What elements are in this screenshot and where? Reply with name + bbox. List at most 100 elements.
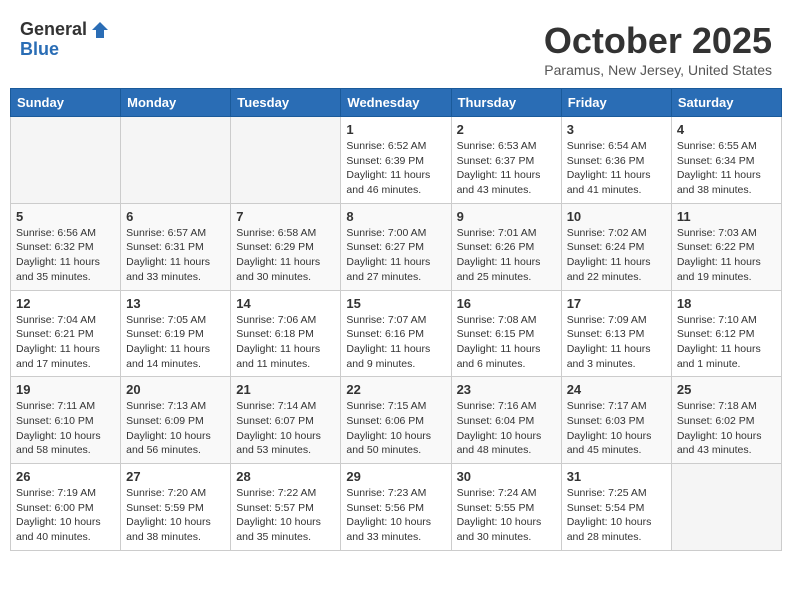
calendar-cell: 24Sunrise: 7:17 AMSunset: 6:03 PMDayligh… bbox=[561, 377, 671, 464]
calendar-cell: 11 Sunrise: 7:03 AMSunset: 6:22 PMDayligh… bbox=[671, 203, 781, 290]
calendar-cell: 31 Sunrise: 7:25 AMSunset: 5:54 PMDayligh… bbox=[561, 464, 671, 551]
day-number: 1 bbox=[346, 122, 445, 137]
day-info: Sunrise: 7:24 AMSunset: 5:55 PMDaylight:… bbox=[457, 486, 556, 545]
day-number: 4 bbox=[677, 122, 776, 137]
calendar-cell: 4 Sunrise: 6:55 AMSunset: 6:34 PMDaylight… bbox=[671, 117, 781, 204]
day-info: Sunrise: 7:17 AMSunset: 6:03 PMDaylight:… bbox=[567, 399, 666, 458]
day-number: 26 bbox=[16, 469, 115, 484]
weekday-header-monday: Monday bbox=[121, 89, 231, 117]
day-number: 18 bbox=[677, 296, 776, 311]
day-number: 8 bbox=[346, 209, 445, 224]
calendar-cell: 21 Sunrise: 7:14 AMSunset: 6:07 PMDayligh… bbox=[231, 377, 341, 464]
calendar-cell: 22 Sunrise: 7:15 AMSunset: 6:06 PMDayligh… bbox=[341, 377, 451, 464]
weekday-header-wednesday: Wednesday bbox=[341, 89, 451, 117]
calendar-cell: 1 Sunrise: 6:52 AMSunset: 6:39 PMDaylight… bbox=[341, 117, 451, 204]
day-info: Sunrise: 7:07 AMSunset: 6:16 PMDaylight:… bbox=[346, 313, 445, 372]
calendar-cell: 5 Sunrise: 6:56 AMSunset: 6:32 PMDaylight… bbox=[11, 203, 121, 290]
calendar-cell: 13Sunrise: 7:05 AMSunset: 6:19 PMDayligh… bbox=[121, 290, 231, 377]
day-info: Sunrise: 7:14 AMSunset: 6:07 PMDaylight:… bbox=[236, 399, 335, 458]
calendar-cell: 9Sunrise: 7:01 AMSunset: 6:26 PMDaylight… bbox=[451, 203, 561, 290]
day-info: Sunrise: 6:54 AMSunset: 6:36 PMDaylight:… bbox=[567, 139, 666, 198]
day-info: Sunrise: 6:58 AMSunset: 6:29 PMDaylight:… bbox=[236, 226, 335, 285]
week-row-1: 1 Sunrise: 6:52 AMSunset: 6:39 PMDaylight… bbox=[11, 117, 782, 204]
logo-icon bbox=[90, 20, 110, 40]
logo-general-text: General bbox=[20, 20, 87, 40]
month-title: October 2025 bbox=[544, 20, 772, 62]
day-number: 22 bbox=[346, 382, 445, 397]
day-info: Sunrise: 7:05 AMSunset: 6:19 PMDaylight:… bbox=[126, 313, 225, 372]
day-number: 15 bbox=[346, 296, 445, 311]
calendar-cell: 20 Sunrise: 7:13 AMSunset: 6:09 PMDayligh… bbox=[121, 377, 231, 464]
calendar-cell: 10 Sunrise: 7:02 AMSunset: 6:24 PMDayligh… bbox=[561, 203, 671, 290]
calendar-cell: 14 Sunrise: 7:06 AMSunset: 6:18 PMDayligh… bbox=[231, 290, 341, 377]
day-info: Sunrise: 7:01 AMSunset: 6:26 PMDaylight:… bbox=[457, 226, 556, 285]
day-number: 21 bbox=[236, 382, 335, 397]
day-number: 31 bbox=[567, 469, 666, 484]
calendar-cell bbox=[671, 464, 781, 551]
calendar-cell: 12 Sunrise: 7:04 AMSunset: 6:21 PMDayligh… bbox=[11, 290, 121, 377]
day-number: 23 bbox=[457, 382, 556, 397]
day-info: Sunrise: 7:04 AMSunset: 6:21 PMDaylight:… bbox=[16, 313, 115, 372]
calendar-cell bbox=[121, 117, 231, 204]
calendar-cell: 17Sunrise: 7:09 AMSunset: 6:13 PMDayligh… bbox=[561, 290, 671, 377]
calendar-cell: 23Sunrise: 7:16 AMSunset: 6:04 PMDayligh… bbox=[451, 377, 561, 464]
logo: General Blue bbox=[20, 20, 110, 60]
calendar-cell: 7Sunrise: 6:58 AMSunset: 6:29 PMDaylight… bbox=[231, 203, 341, 290]
weekday-header-row: SundayMondayTuesdayWednesdayThursdayFrid… bbox=[11, 89, 782, 117]
day-info: Sunrise: 7:25 AMSunset: 5:54 PMDaylight:… bbox=[567, 486, 666, 545]
day-info: Sunrise: 6:53 AMSunset: 6:37 PMDaylight:… bbox=[457, 139, 556, 198]
day-number: 20 bbox=[126, 382, 225, 397]
calendar-cell: 30Sunrise: 7:24 AMSunset: 5:55 PMDayligh… bbox=[451, 464, 561, 551]
weekday-header-thursday: Thursday bbox=[451, 89, 561, 117]
calendar-cell: 6Sunrise: 6:57 AMSunset: 6:31 PMDaylight… bbox=[121, 203, 231, 290]
weekday-header-friday: Friday bbox=[561, 89, 671, 117]
title-block: October 2025 Paramus, New Jersey, United… bbox=[544, 20, 772, 78]
day-number: 27 bbox=[126, 469, 225, 484]
day-info: Sunrise: 7:22 AMSunset: 5:57 PMDaylight:… bbox=[236, 486, 335, 545]
day-info: Sunrise: 7:20 AMSunset: 5:59 PMDaylight:… bbox=[126, 486, 225, 545]
day-info: Sunrise: 7:15 AMSunset: 6:06 PMDaylight:… bbox=[346, 399, 445, 458]
calendar-cell: 28 Sunrise: 7:22 AMSunset: 5:57 PMDayligh… bbox=[231, 464, 341, 551]
day-info: Sunrise: 7:18 AMSunset: 6:02 PMDaylight:… bbox=[677, 399, 776, 458]
calendar-cell bbox=[11, 117, 121, 204]
calendar-cell: 25 Sunrise: 7:18 AMSunset: 6:02 PMDayligh… bbox=[671, 377, 781, 464]
week-row-2: 5 Sunrise: 6:56 AMSunset: 6:32 PMDaylight… bbox=[11, 203, 782, 290]
day-number: 11 bbox=[677, 209, 776, 224]
day-info: Sunrise: 7:08 AMSunset: 6:15 PMDaylight:… bbox=[457, 313, 556, 372]
week-row-5: 26Sunrise: 7:19 AMSunset: 6:00 PMDayligh… bbox=[11, 464, 782, 551]
day-info: Sunrise: 6:55 AMSunset: 6:34 PMDaylight:… bbox=[677, 139, 776, 198]
day-info: Sunrise: 7:06 AMSunset: 6:18 PMDaylight:… bbox=[236, 313, 335, 372]
day-info: Sunrise: 7:10 AMSunset: 6:12 PMDaylight:… bbox=[677, 313, 776, 372]
page-header: General Blue October 2025 Paramus, New J… bbox=[10, 10, 782, 83]
calendar-cell: 26Sunrise: 7:19 AMSunset: 6:00 PMDayligh… bbox=[11, 464, 121, 551]
day-number: 28 bbox=[236, 469, 335, 484]
day-info: Sunrise: 7:11 AMSunset: 6:10 PMDaylight:… bbox=[16, 399, 115, 458]
day-number: 2 bbox=[457, 122, 556, 137]
day-number: 12 bbox=[16, 296, 115, 311]
day-info: Sunrise: 7:03 AMSunset: 6:22 PMDaylight:… bbox=[677, 226, 776, 285]
calendar-cell: 8Sunrise: 7:00 AMSunset: 6:27 PMDaylight… bbox=[341, 203, 451, 290]
day-number: 3 bbox=[567, 122, 666, 137]
day-number: 5 bbox=[16, 209, 115, 224]
calendar-cell: 19 Sunrise: 7:11 AMSunset: 6:10 PMDayligh… bbox=[11, 377, 121, 464]
calendar-cell: 29Sunrise: 7:23 AMSunset: 5:56 PMDayligh… bbox=[341, 464, 451, 551]
day-number: 25 bbox=[677, 382, 776, 397]
logo-blue-text: Blue bbox=[20, 40, 110, 60]
day-number: 14 bbox=[236, 296, 335, 311]
weekday-header-tuesday: Tuesday bbox=[231, 89, 341, 117]
day-info: Sunrise: 6:52 AMSunset: 6:39 PMDaylight:… bbox=[346, 139, 445, 198]
calendar-cell: 2 Sunrise: 6:53 AMSunset: 6:37 PMDaylight… bbox=[451, 117, 561, 204]
day-info: Sunrise: 6:56 AMSunset: 6:32 PMDaylight:… bbox=[16, 226, 115, 285]
day-number: 29 bbox=[346, 469, 445, 484]
day-info: Sunrise: 6:57 AMSunset: 6:31 PMDaylight:… bbox=[126, 226, 225, 285]
calendar-cell: 3 Sunrise: 6:54 AMSunset: 6:36 PMDaylight… bbox=[561, 117, 671, 204]
day-info: Sunrise: 7:02 AMSunset: 6:24 PMDaylight:… bbox=[567, 226, 666, 285]
day-number: 19 bbox=[16, 382, 115, 397]
week-row-3: 12 Sunrise: 7:04 AMSunset: 6:21 PMDayligh… bbox=[11, 290, 782, 377]
day-info: Sunrise: 7:13 AMSunset: 6:09 PMDaylight:… bbox=[126, 399, 225, 458]
calendar-cell: 27 Sunrise: 7:20 AMSunset: 5:59 PMDayligh… bbox=[121, 464, 231, 551]
week-row-4: 19 Sunrise: 7:11 AMSunset: 6:10 PMDayligh… bbox=[11, 377, 782, 464]
weekday-header-saturday: Saturday bbox=[671, 89, 781, 117]
day-number: 10 bbox=[567, 209, 666, 224]
calendar-cell: 15 Sunrise: 7:07 AMSunset: 6:16 PMDayligh… bbox=[341, 290, 451, 377]
